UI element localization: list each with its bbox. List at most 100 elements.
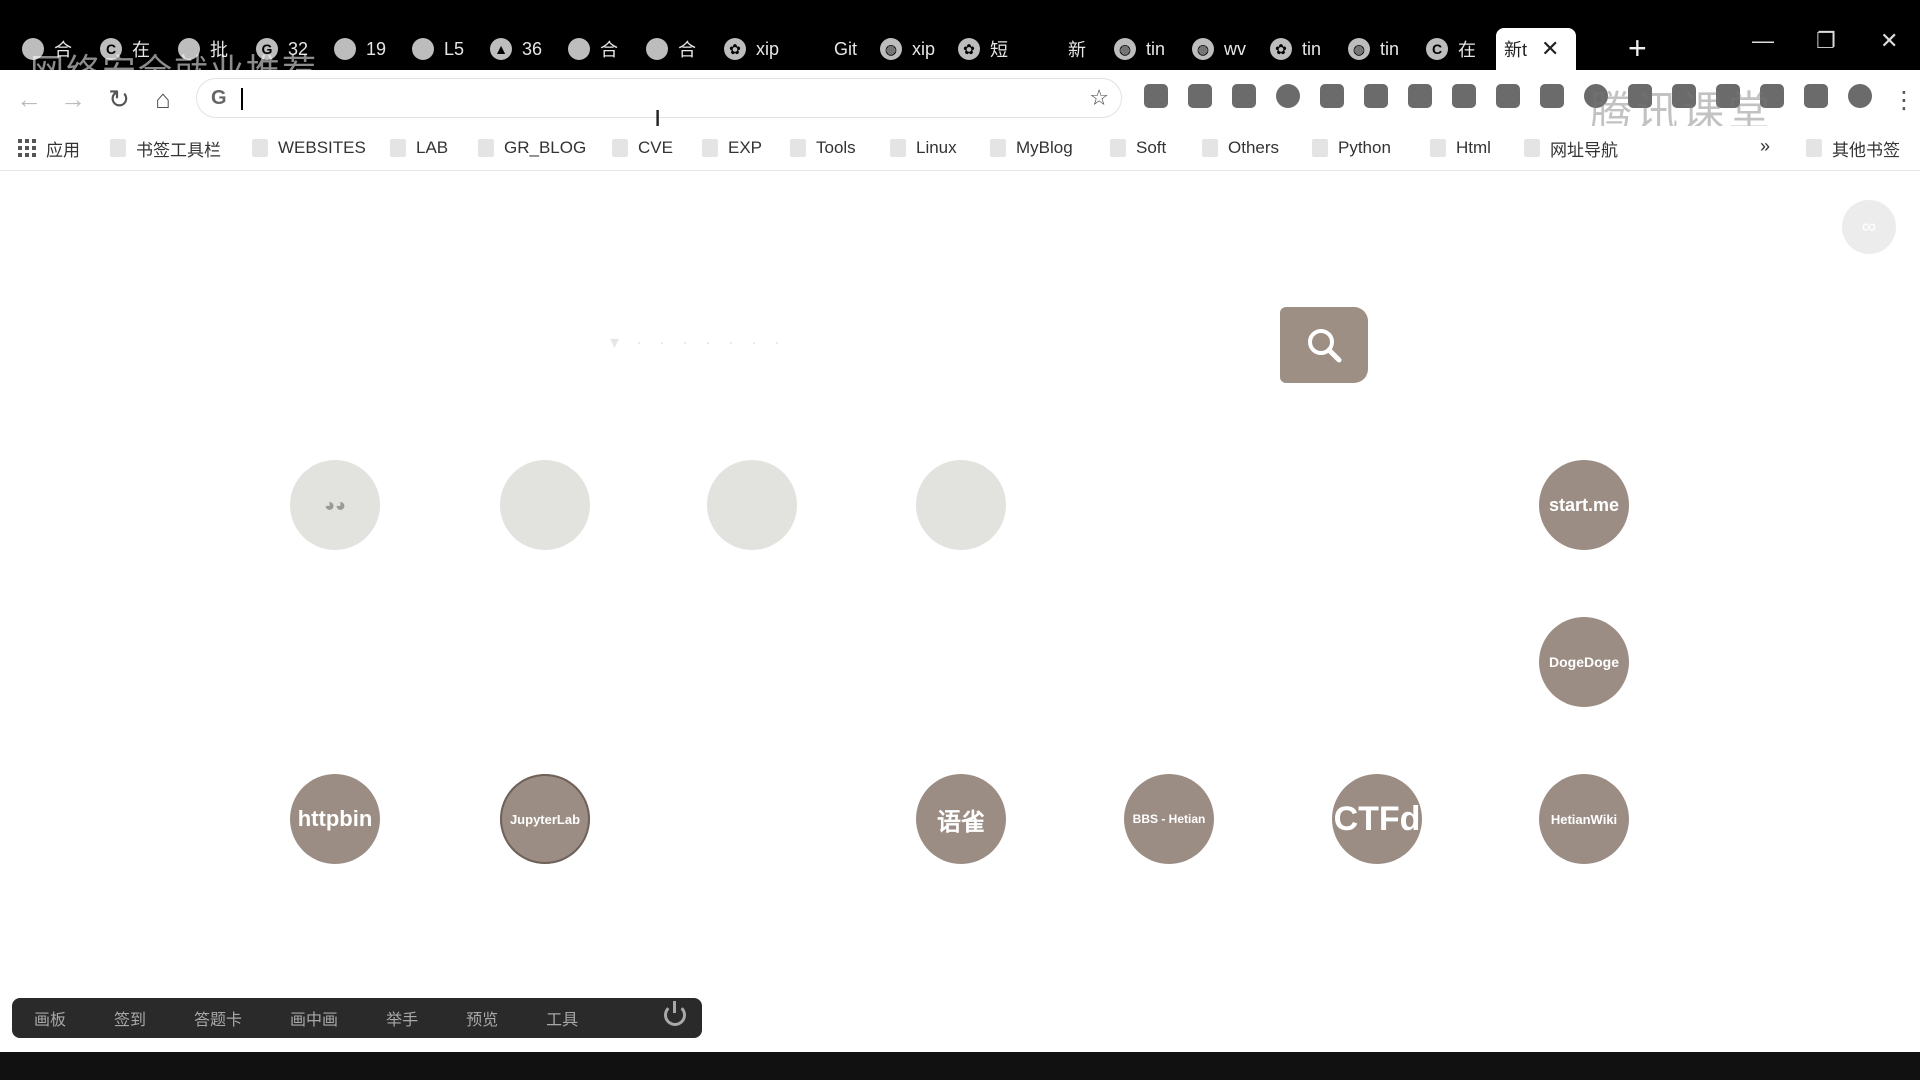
bookmark-label: EXP [728,138,763,157]
back-button[interactable]: ← [12,82,46,116]
tab[interactable]: ✿ tin [1262,28,1340,70]
shortcut-tile[interactable] [500,460,590,550]
toolbar-item-preview[interactable]: 预览 [466,1006,498,1030]
bookmark-apps[interactable]: 应用 [18,126,80,170]
bookmark-label: GR_BLOG [504,138,587,157]
shortcut-tile-dogedoge[interactable]: DogeDoge [1539,617,1629,707]
shield-icon [646,38,668,60]
globe-icon: ◍ [1192,38,1214,60]
bookmark-label: 其他书签 [1832,140,1900,160]
extension-icon[interactable] [1320,84,1344,108]
bookmark-folder[interactable]: 网址导航 [1524,126,1618,170]
bookmark-label: Soft [1136,138,1167,157]
extension-icon[interactable] [1452,84,1476,108]
tab-label: 合 [678,40,696,60]
bookmark-folder[interactable]: Tools [790,126,856,170]
bookmark-folder-other[interactable]: 其他书签 [1806,126,1900,170]
bookmark-folder[interactable]: Soft [1110,126,1166,170]
folder-icon [612,139,628,157]
tab[interactable]: ◍ tin [1106,28,1184,70]
bookmark-star-icon[interactable]: ☆ [1089,85,1109,111]
bookmarks-bar: 应用 书签工具栏 WEBSITES LAB GR_BLOG CVE EXP To… [0,126,1920,171]
bookmark-label: 网址导航 [1550,140,1618,160]
extension-icon[interactable] [1144,84,1168,108]
profile-avatar[interactable] [1848,84,1872,108]
tab[interactable]: ▲ 36 [482,28,560,70]
toolbar-item-answer-card[interactable]: 答题卡 [194,1006,242,1030]
folder-icon [478,139,494,157]
window-close-button[interactable]: ✕ [1880,28,1898,54]
extension-icon[interactable] [1364,84,1388,108]
shortcut-tile-startme[interactable]: start.me [1539,460,1629,550]
infinity-icon[interactable]: ∞ [1842,200,1896,254]
tab-label: 短 [990,40,1008,60]
extension-icon[interactable] [1188,84,1212,108]
shortcut-tile[interactable] [707,460,797,550]
shortcut-tile[interactable] [916,460,1006,550]
bookmark-folder[interactable]: Python [1312,126,1391,170]
extension-icon[interactable] [1496,84,1520,108]
blank-icon [802,38,824,60]
shortcut-tile[interactable]: ◕◕ [290,460,380,550]
tab[interactable]: 19 [326,28,404,70]
shortcut-tile-yuque[interactable]: 语雀 [916,774,1006,864]
tab[interactable]: Git [794,28,872,70]
search-input[interactable]: ▾ · · · · · · · [610,332,786,353]
tab[interactable]: C在 [1418,28,1496,70]
bookmark-folder[interactable]: EXP [702,126,762,170]
bookmarks-overflow-button[interactable]: » [1760,136,1770,157]
bookmark-folder[interactable]: LAB [390,126,448,170]
tab[interactable]: 合 [560,28,638,70]
extension-icon[interactable] [1540,84,1564,108]
tab[interactable]: 合 [638,28,716,70]
tab[interactable]: L5 [404,28,482,70]
toolbar-item-tools[interactable]: 工具 [546,1006,578,1030]
shortcut-tile-bbs-hetian[interactable]: BBS - Hetian [1124,774,1214,864]
home-button[interactable]: ⌂ [146,82,180,116]
power-icon[interactable] [664,1001,686,1026]
bookmark-folder[interactable]: WEBSITES [252,126,366,170]
tab-label: tin [1380,38,1400,59]
shortcut-tile-jupyterlab[interactable]: JupyterLab [500,774,590,864]
restore-button[interactable]: ❐ [1816,28,1836,54]
folder-icon [1524,139,1540,157]
bookmark-folder[interactable]: Html [1430,126,1491,170]
extension-icon[interactable] [1232,84,1256,108]
toolbar-item-raise-hand[interactable]: 举手 [386,1006,418,1030]
bookmark-folder[interactable]: CVE [612,126,673,170]
menu-icon[interactable]: ⋮ [1892,86,1916,115]
close-tab-icon[interactable]: ✕ [1541,36,1559,62]
tab-label: tin [1302,38,1322,59]
bookmark-folder[interactable]: Linux [890,126,957,170]
tab[interactable]: ✿ 短 [950,28,1028,70]
toolbar-item-pip[interactable]: 画中画 [290,1006,338,1030]
extension-icon[interactable] [1804,84,1828,108]
bookmark-folder[interactable]: MyBlog [990,126,1073,170]
toolbar-item-checkin[interactable]: 签到 [114,1006,146,1030]
globe-icon: ◍ [880,38,902,60]
tab-label: L5 [444,38,465,59]
toolbar-item-whiteboard[interactable]: 画板 [34,1006,66,1030]
bookmark-folder[interactable]: 书签工具栏 [110,126,221,170]
reload-button[interactable]: ↻ [102,82,136,116]
minimize-button[interactable]: — [1752,28,1774,54]
tab[interactable]: ◍ xip [872,28,950,70]
forward-button[interactable]: → [56,82,90,116]
shortcut-tile-httpbin[interactable]: httpbin [290,774,380,864]
new-tab-button[interactable]: + [1628,30,1647,66]
folder-icon [1110,139,1126,157]
extension-icon[interactable] [1276,84,1300,108]
shortcut-tile-ctfd[interactable]: CTFd [1332,774,1422,864]
shortcut-tile-hetianwiki[interactable]: HetianWiki [1539,774,1629,864]
tab[interactable]: ◍ tin [1340,28,1418,70]
search-button[interactable] [1280,307,1368,383]
tab-label: tin [1146,38,1166,59]
tab[interactable]: ✿ xip [716,28,794,70]
globe-icon: ◍ [1114,38,1136,60]
bookmark-folder[interactable]: Others [1202,126,1279,170]
bookmark-folder[interactable]: GR_BLOG [478,126,586,170]
tab[interactable]: ◍ wv [1184,28,1262,70]
tab-active[interactable]: 新t ✕ [1496,28,1576,70]
extension-icon[interactable] [1408,84,1432,108]
tab[interactable]: 新 [1028,28,1106,70]
